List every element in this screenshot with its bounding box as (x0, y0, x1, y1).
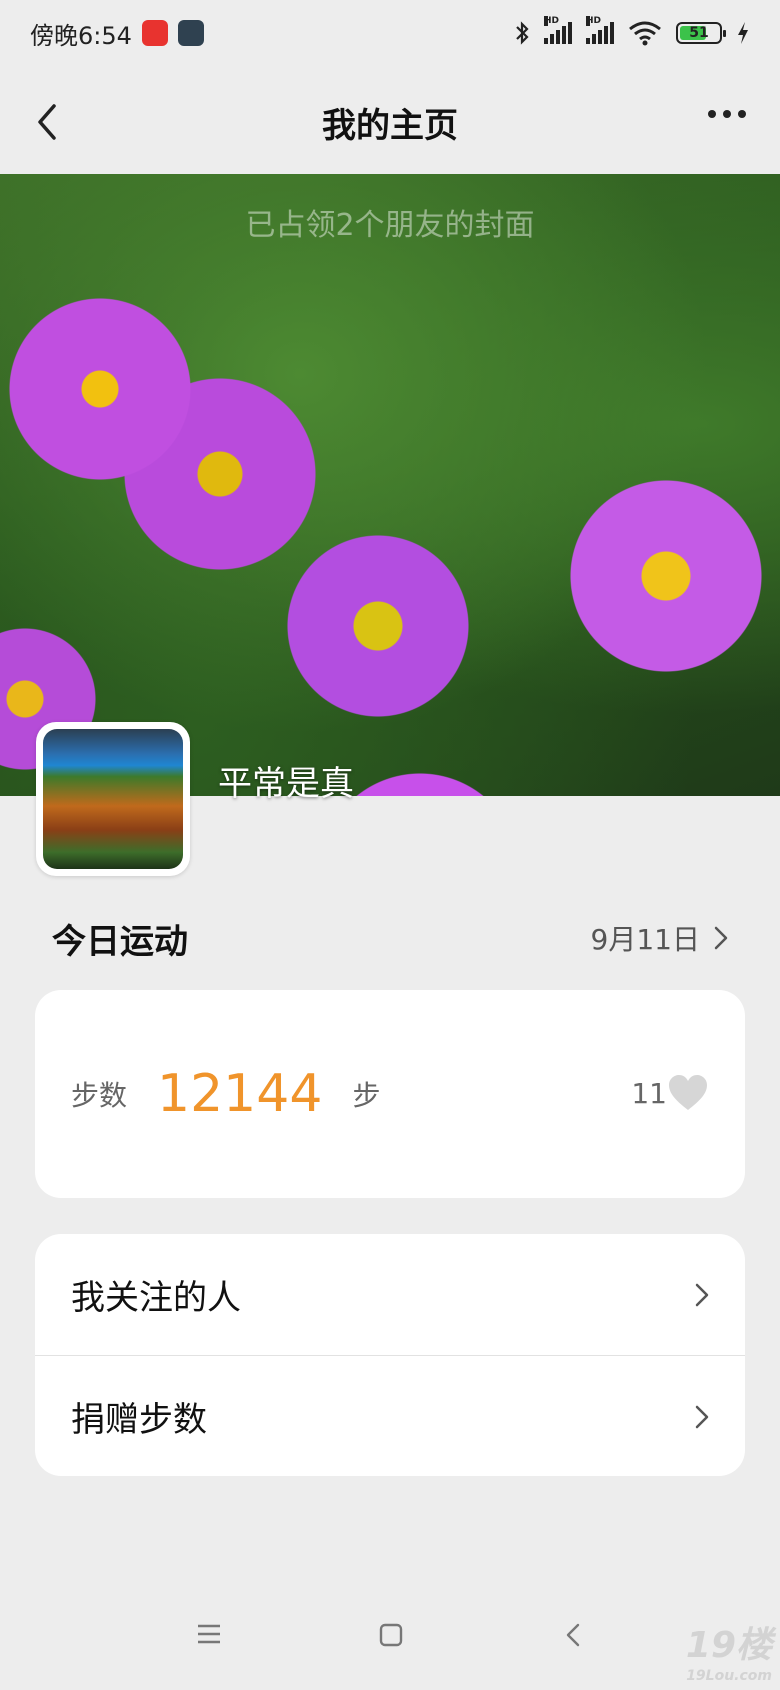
signal-icon-1: HD (544, 16, 572, 44)
steps-unit: 步 (352, 1079, 381, 1112)
menu-card: 我关注的人 捐赠步数 (35, 1234, 745, 1476)
bluetooth-icon (516, 21, 529, 45)
menu-item-following[interactable]: 我关注的人 (35, 1234, 745, 1355)
like-count: 11 (631, 1076, 667, 1110)
nav-bar: 我的主页 (0, 70, 780, 174)
avatar-image (43, 729, 183, 869)
status-bar: 傍晚6:54 HD HD 51 (0, 0, 780, 66)
steps-value: 12144 (157, 1064, 323, 1124)
chevron-right-icon (695, 1283, 709, 1306)
date-selector[interactable]: 9月11日 (591, 918, 728, 958)
today-exercise-header: 今日运动 9月11日 (52, 908, 728, 968)
status-left: 傍晚6:54 (30, 16, 204, 51)
watermark-sub: 19Lou.com (686, 1668, 772, 1684)
more-dots-icon[interactable] (708, 110, 746, 118)
menu-item-label: 我关注的人 (71, 1278, 241, 1318)
back-icon[interactable] (565, 1622, 581, 1648)
home-icon[interactable] (378, 1622, 404, 1648)
video-app-icon (141, 20, 168, 46)
status-right: HD HD 51 (514, 16, 750, 46)
heart-icon (669, 1075, 707, 1110)
steps-card: 步数 12144 步 11 (35, 990, 745, 1198)
status-time: 傍晚6:54 (30, 21, 132, 50)
watermark-main: 19楼 (685, 1625, 772, 1666)
cover-caption: 已占领2个朋友的封面 (245, 208, 535, 243)
like-button[interactable]: 11 (631, 1074, 709, 1112)
charging-icon (738, 22, 748, 44)
steps-label: 步数 (71, 1079, 128, 1112)
system-nav-bar (0, 1608, 780, 1668)
signal-icon-2: HD (586, 16, 614, 44)
hd-label-1: HD (544, 16, 560, 26)
wifi-icon (629, 21, 661, 46)
hd-label-2: HD (586, 16, 602, 26)
cover-image[interactable] (0, 174, 780, 796)
chevron-right-icon (714, 926, 728, 950)
battery-level: 51 (689, 25, 709, 41)
menu-item-donate-steps[interactable]: 捐赠步数 (35, 1356, 745, 1476)
battery-icon: 51 (676, 22, 726, 44)
menu-icon[interactable] (196, 1622, 222, 1646)
game-app-icon (177, 20, 204, 46)
page-title: 我的主页 (322, 105, 458, 146)
chevron-right-icon (695, 1405, 709, 1428)
date-label: 9月11日 (590, 923, 700, 956)
watermark: 19楼 19Lou.com (686, 1616, 772, 1684)
today-exercise-title: 今日运动 (52, 921, 188, 962)
avatar[interactable] (36, 722, 190, 876)
menu-item-label: 捐赠步数 (71, 1400, 207, 1440)
chevron-left-icon[interactable] (28, 100, 68, 144)
username: 平常是真 (218, 764, 354, 804)
